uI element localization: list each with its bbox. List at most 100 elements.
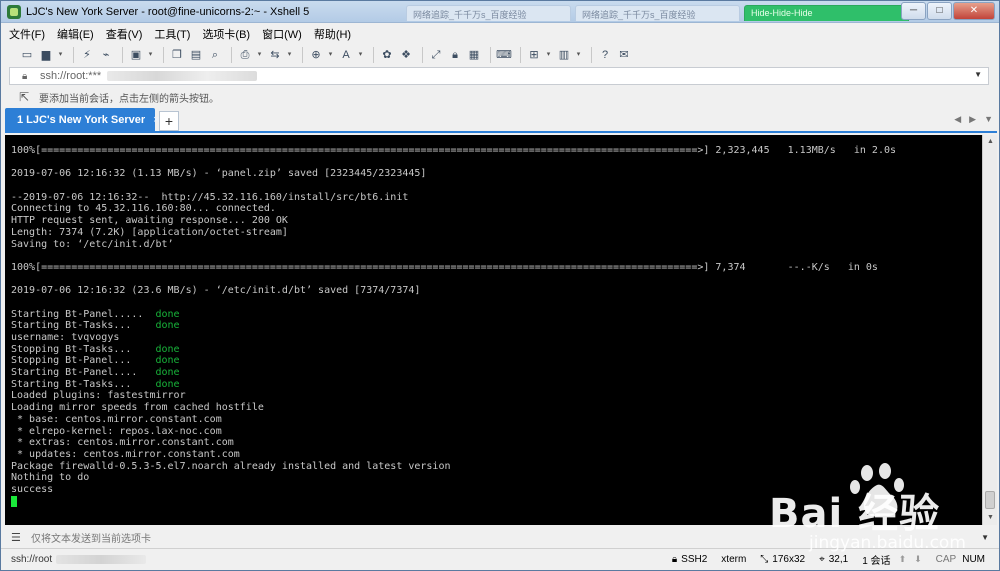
- terminal-line: Starting Bt-Tasks... done: [11, 379, 982, 391]
- terminal-line-text: 2019-07-06 12:16:32 (1.13 MB/s) - ‘panel…: [11, 168, 427, 180]
- keyboard-icon[interactable]: ⌨: [496, 47, 512, 63]
- terminal-line: Loading mirror speeds from cached hostfi…: [11, 402, 982, 414]
- terminal-line: --2019-07-06 12:16:32-- http://45.32.116…: [11, 192, 982, 204]
- status-caps: CAP: [935, 554, 957, 565]
- lock-icon: 🔒︎: [22, 70, 28, 82]
- toolbar: ▭ ▆ ▾ ⚡ ⌁ ▣ ▾ ❐ ▤ ⌕ ⎙ ▾ ⇆ ▾ ⊕ ▾ A ▾ ✿ ❖ ⤢ 🔒︎ ▦…: [1, 44, 999, 66]
- toolbar-separator: [490, 47, 491, 63]
- terminal-line-text: * elrepo-kernel: repos.lax-noc.com: [11, 425, 222, 437]
- copy-icon[interactable]: ❐: [169, 47, 185, 63]
- menu-tools[interactable]: 工具(T): [154, 26, 190, 42]
- background-tab-2[interactable]: 网络追踪_千千万s_百度经验: [575, 4, 740, 21]
- terminal-line: Saving to: ‘/etc/init.d/bt’: [11, 239, 982, 251]
- chevron-down-icon[interactable]: ▾: [147, 47, 154, 63]
- layout-icon[interactable]: ▦: [466, 47, 482, 63]
- compose-bar[interactable]: ☰ 仅将文本发送到当前选项卡 ▼: [5, 527, 997, 547]
- chevron-down-icon[interactable]: ▾: [575, 47, 582, 63]
- close-button[interactable]: ✕: [953, 2, 995, 20]
- upload-arrow-icon: ⬆: [898, 554, 907, 564]
- chevron-down-icon[interactable]: ▼: [984, 114, 993, 125]
- paste-icon[interactable]: ▤: [188, 47, 204, 63]
- transfer-icon[interactable]: ⇆: [267, 47, 283, 63]
- status-bar: ssh://root 🔒︎ SSH2 xterm ⤡ 176x32 ⌖ 32,1…: [1, 548, 999, 570]
- background-tab-1[interactable]: 网络追踪_千千万s_百度经验: [406, 4, 571, 21]
- find-icon[interactable]: ⌕: [207, 47, 223, 63]
- chevron-down-icon[interactable]: ▾: [357, 47, 364, 63]
- chevron-down-icon[interactable]: ▼: [981, 533, 989, 542]
- menu-tab[interactable]: 选项卡(B): [202, 26, 250, 42]
- add-session-arrow-icon[interactable]: ⇱: [19, 90, 35, 104]
- chevron-down-icon[interactable]: ▾: [256, 47, 263, 63]
- font-icon[interactable]: A: [338, 47, 354, 63]
- add-tab-button[interactable]: +: [159, 111, 179, 131]
- fullscreen-icon[interactable]: ⤢: [428, 47, 444, 63]
- lock-icon[interactable]: 🔒︎: [447, 47, 463, 63]
- status-sessions: 1 会话: [862, 556, 891, 567]
- title-bar[interactable]: LJC's New York Server - root@fine-unicor…: [1, 1, 999, 23]
- terminal-prompt-line: [11, 495, 982, 508]
- compose-input[interactable]: 仅将文本发送到当前选项卡: [31, 530, 151, 545]
- menu-edit[interactable]: 编辑(E): [57, 26, 94, 42]
- terminal-cursor: [11, 495, 17, 507]
- chevron-left-icon[interactable]: ◀: [954, 114, 961, 125]
- script-icon[interactable]: ❖: [398, 47, 414, 63]
- disconnect-icon[interactable]: ⌁: [98, 47, 114, 63]
- menu-help[interactable]: 帮助(H): [314, 26, 351, 42]
- compose-menu-icon[interactable]: ☰: [11, 531, 25, 544]
- chevron-down-icon[interactable]: ▼: [974, 70, 982, 79]
- status-connection-redacted: [56, 555, 147, 564]
- scroll-down-icon[interactable]: ▼: [983, 511, 998, 525]
- terminal-line-text: Starting Bt-Tasks...: [11, 320, 156, 332]
- terminal-line-text: --2019-07-06 12:16:32-- http://45.32.116…: [11, 191, 409, 203]
- chevron-right-icon[interactable]: ▶: [969, 114, 976, 125]
- scrollbar-thumb[interactable]: [985, 491, 995, 509]
- print-icon[interactable]: ⎙: [237, 47, 253, 63]
- address-value[interactable]: ssh://root:***: [40, 70, 101, 82]
- terminal-line: * base: centos.mirror.constant.com: [11, 414, 982, 426]
- toolbar-separator: [73, 47, 74, 63]
- resize-icon: ⤡: [760, 554, 769, 565]
- background-tab-3[interactable]: Hide-Hide-Hide: [744, 4, 909, 21]
- toolbar-separator: [302, 47, 303, 63]
- terminal-line: 2019-07-06 12:16:32 (1.13 MB/s) - ‘panel…: [11, 168, 982, 180]
- status-terminal-type: xterm: [721, 554, 747, 565]
- chevron-down-icon[interactable]: ▾: [57, 47, 64, 63]
- new-session-icon[interactable]: ▭: [19, 47, 35, 63]
- help-icon[interactable]: ?: [597, 47, 613, 63]
- terminal-line-status: done: [155, 308, 180, 320]
- compose-icon[interactable]: ⊞: [526, 47, 542, 63]
- reconnect-icon[interactable]: ⚡: [79, 47, 95, 63]
- xftp-icon[interactable]: ✿: [379, 47, 395, 63]
- menu-window[interactable]: 窗口(W): [262, 26, 302, 42]
- open-folder-icon[interactable]: ▆: [38, 47, 54, 63]
- tile-icon[interactable]: ▥: [556, 47, 572, 63]
- terminal-line-status: done: [155, 367, 180, 379]
- chevron-down-icon[interactable]: ▾: [286, 47, 293, 63]
- properties-icon[interactable]: ▣: [128, 47, 144, 63]
- chevron-down-icon[interactable]: ▾: [545, 47, 552, 63]
- globe-icon[interactable]: ⊕: [308, 47, 324, 63]
- chevron-down-icon[interactable]: ▾: [327, 47, 334, 63]
- chat-icon[interactable]: ✉: [616, 47, 632, 63]
- terminal-line: * updates: centos.mirror.constant.com: [11, 449, 982, 461]
- minimize-button[interactable]: ─: [901, 2, 926, 20]
- tab-ljc-new-york-server[interactable]: 1 LJC's New York Server ×: [5, 108, 160, 131]
- terminal-line-text: Loaded plugins: fastestmirror: [11, 390, 186, 402]
- menu-file[interactable]: 文件(F): [9, 26, 45, 42]
- terminal-line-text: * updates: centos.mirror.constant.com: [11, 448, 240, 460]
- maximize-button[interactable]: □: [927, 2, 952, 20]
- terminal-scrollbar[interactable]: ▲ ▼: [982, 135, 997, 525]
- menu-view[interactable]: 查看(V): [106, 26, 143, 42]
- status-right: 🔒︎ SSH2 xterm ⤡ 176x32 ⌖ 32,1 1 会话 ⬆ ⬇ C…: [658, 552, 985, 567]
- address-bar[interactable]: 🔒︎ ssh://root:*** ▼: [9, 67, 989, 85]
- terminal-line-text: Stopping Bt-Tasks...: [11, 343, 156, 355]
- scroll-up-icon[interactable]: ▲: [983, 135, 998, 149]
- taskbar-background-tabs: 网络追踪_千千万s_百度经验 网络追踪_千千万s_百度经验 Hide-Hide-…: [406, 3, 913, 21]
- terminal-line: Loaded plugins: fastestmirror: [11, 390, 982, 402]
- terminal-output[interactable]: 100%[===================================…: [5, 135, 982, 525]
- window-title: LJC's New York Server - root@fine-unicor…: [26, 5, 310, 18]
- terminal-line-text: username: tvqvogys: [11, 332, 120, 343]
